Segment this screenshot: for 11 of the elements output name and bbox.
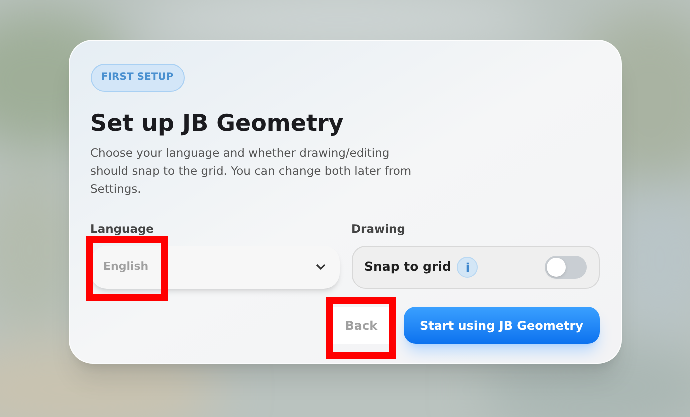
setup-badge: FIRST SETUP [90, 64, 185, 92]
language-select[interactable]: English [90, 246, 340, 289]
start-button[interactable]: Start using JB Geometry [404, 307, 600, 344]
info-icon[interactable]: i [457, 257, 478, 278]
chevron-down-icon [316, 264, 326, 271]
language-label: Language [90, 222, 155, 236]
drawing-label: Drawing [352, 222, 406, 236]
snap-toggle[interactable] [544, 256, 586, 279]
snap-label: Snap to grid [364, 258, 452, 276]
dialog-title: Set up JB Geometry [90, 110, 345, 138]
dialog-description: Choose your language and whether drawing/editing should snap to the grid. You can change both later from Settings. [90, 145, 413, 198]
